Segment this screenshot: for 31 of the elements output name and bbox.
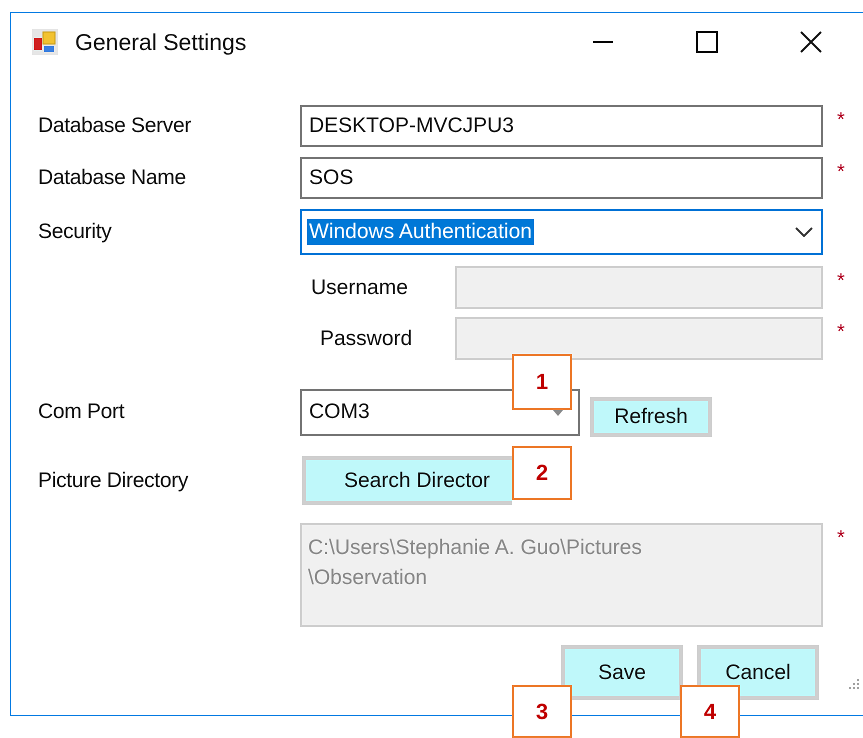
resize-grip-icon [848, 678, 860, 690]
dialog-button[interactable]: Cancel [697, 645, 819, 700]
field-label: Database Name [38, 166, 187, 190]
window-title: General Settings [75, 28, 246, 56]
security-dropdown[interactable]: Windows Authentication [300, 209, 823, 255]
chevron-icon [795, 227, 813, 237]
callout-number: 4 [680, 685, 740, 738]
text-field[interactable]: DESKTOP-MVCJPU3 [300, 105, 823, 147]
field-label: Com Port [38, 400, 126, 424]
refresh-button[interactable]: Refresh [590, 397, 712, 437]
text-field[interactable]: SOS [300, 157, 823, 199]
field-label: Password [320, 326, 412, 350]
callout-number: 1 [512, 354, 572, 410]
field-label: Username [311, 276, 408, 300]
required-mark: * [837, 109, 845, 132]
minimize-icon [593, 41, 613, 43]
port-dropdown[interactable]: COM3 [300, 388, 580, 436]
close-icon [800, 31, 822, 53]
required-mark: * [837, 270, 845, 293]
callout-number: 3 [512, 685, 572, 738]
callout-number: 2 [512, 446, 572, 500]
required-mark: * [837, 161, 845, 184]
field-label: Database Server [38, 114, 192, 138]
field-label: Security [38, 220, 112, 244]
field-label: Picture Directory [38, 468, 190, 492]
app-icon [32, 29, 58, 55]
required-mark: * [837, 321, 845, 344]
required-mark: * [837, 527, 845, 550]
dialog-button[interactable]: Save [561, 645, 683, 700]
maximize-icon [696, 31, 718, 53]
search-directory-button[interactable]: Search Director [302, 456, 512, 505]
